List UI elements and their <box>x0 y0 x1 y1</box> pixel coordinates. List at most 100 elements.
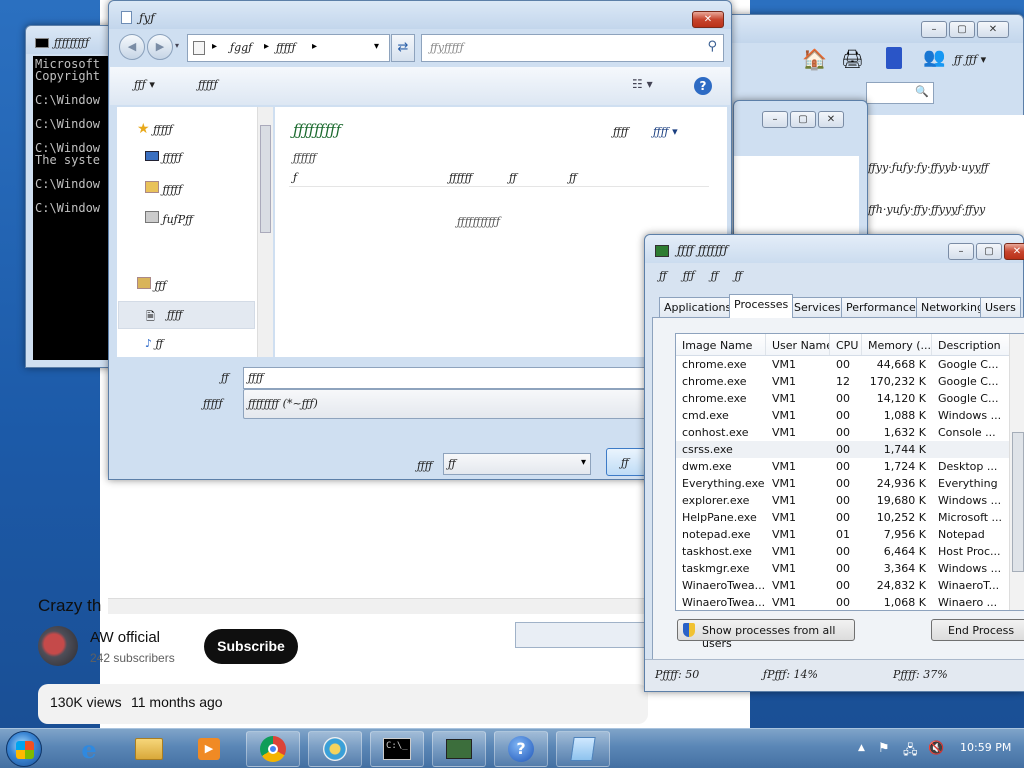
taskbar-cmd[interactable]: C:\_ <box>370 731 424 767</box>
show-hidden-icons[interactable]: ▲ <box>858 743 865 753</box>
bg-explorer-address[interactable]: 🔍 <box>866 82 934 104</box>
home-icon[interactable]: 🏠 <box>802 47 827 71</box>
forward-button[interactable]: ▶ <box>147 34 173 60</box>
music-item[interactable]: ♪ ƒƒ <box>145 337 163 350</box>
desktop-item[interactable]: ƒƒƒƒƒ <box>145 151 182 164</box>
action-center-icon[interactable]: ⚑ <box>878 741 890 756</box>
history-dropdown[interactable]: ▾ <box>175 41 179 50</box>
tm-menubar[interactable]: ƒƒ ƒƒƒ ƒƒ ƒƒ <box>659 269 742 282</box>
taskbar-help[interactable]: ? <box>494 731 548 767</box>
users-icon[interactable]: 👥 <box>923 47 945 68</box>
table-row[interactable]: taskhost.exe VM1 00 6,464 K Host Proc... <box>676 543 1024 560</box>
show-all-processes-button[interactable]: Show processes from all users <box>677 619 855 650</box>
breadcrumb-item-1[interactable]: ƒggƒ <box>230 41 252 54</box>
navigation-pane[interactable]: ★ ƒƒƒƒƒ ƒƒƒƒƒ ƒƒƒƒƒ ƒuƒPƒƒ ƒƒƒ 🗎 ƒƒƒƒ ♪ ƒ… <box>117 107 273 357</box>
close-button[interactable]: ✕ <box>1004 243 1024 260</box>
table-row[interactable]: WinaeroTwea... VM1 00 24,832 K WinaeroT... <box>676 577 1024 594</box>
tm-menu-item[interactable]: ƒƒƒ <box>683 269 695 282</box>
tab-performance[interactable]: Performance <box>841 297 921 317</box>
process-table-scrollbar[interactable] <box>1009 334 1024 610</box>
start-button[interactable] <box>6 731 42 767</box>
process-table[interactable]: Image Name User Name CPU Memory (... Descrip… <box>675 333 1024 611</box>
arrange-by-dropdown[interactable]: ƒƒƒƒ ▾ <box>653 125 678 138</box>
downloads-item[interactable]: ƒƒƒƒƒ <box>145 181 182 196</box>
libraries-item[interactable]: ƒƒƒ <box>137 277 166 292</box>
subscribe-button[interactable]: Subscribe <box>204 629 298 664</box>
breadcrumb-item-2[interactable]: ƒƒƒƒƒ <box>276 41 296 54</box>
book-icon[interactable] <box>886 47 902 69</box>
tm-menu-item[interactable]: ƒƒ <box>734 269 742 282</box>
nav-scrollbar[interactable] <box>257 107 273 357</box>
table-row[interactable]: chrome.exe VM1 00 44,668 K Google C... <box>676 356 1024 373</box>
tab-processes[interactable]: Processes <box>729 294 794 318</box>
minimize-button[interactable]: – <box>762 111 788 128</box>
channel-avatar[interactable] <box>38 626 78 666</box>
table-row[interactable]: chrome.exe VM1 12 170,232 K Google C... <box>676 373 1024 390</box>
table-row[interactable]: taskmgr.exe VM1 00 3,364 K Windows ... <box>676 560 1024 577</box>
table-row[interactable]: WinaeroTwea... VM1 00 1,068 K Winaero ... <box>676 594 1024 610</box>
table-row[interactable]: cmd.exe VM1 00 1,088 K Windows ... <box>676 407 1024 424</box>
new-folder-button[interactable]: ƒƒƒƒƒ <box>198 78 218 91</box>
save-as-dialog[interactable]: ƒyƒ ✕ ◀ ▶ ▾ ▸ ƒggƒ ▸ ƒƒƒƒƒ ▸ ▾ ⇄ ƒƒyƒƒƒƒ… <box>108 0 735 480</box>
recent-item[interactable]: ƒuƒPƒƒ <box>145 211 193 226</box>
tm-menu-item[interactable]: ƒƒ <box>711 269 719 282</box>
tab-applications[interactable]: Applications <box>659 297 737 317</box>
close-button[interactable]: ✕ <box>692 11 724 28</box>
table-row[interactable]: notepad.exe VM1 01 7,956 K Notepad <box>676 526 1024 543</box>
clock[interactable]: 10:59 PM <box>960 741 1011 754</box>
taskbar-media-player[interactable]: ▶ <box>182 731 236 767</box>
table-row[interactable]: csrss.exe 00 1,744 K <box>676 441 1024 458</box>
channel-name[interactable]: AW official <box>90 629 160 646</box>
table-row[interactable]: Everything.exe VM1 00 24,936 K Everything <box>676 475 1024 492</box>
page-scrollbar[interactable] <box>108 598 648 614</box>
tm-menu-item[interactable]: ƒƒ <box>659 269 667 282</box>
taskbar-task-manager[interactable] <box>432 731 486 767</box>
tab-networking[interactable]: Networking <box>916 297 989 317</box>
favorites-item[interactable]: ★ ƒƒƒƒƒ <box>137 121 173 137</box>
table-row[interactable]: dwm.exe VM1 00 1,724 K Desktop ... <box>676 458 1024 475</box>
volume-icon[interactable]: 🔇 <box>928 741 944 756</box>
save-titlebar[interactable]: ƒyƒ <box>109 1 731 29</box>
back-button[interactable]: ◀ <box>119 34 145 60</box>
column-header-4[interactable]: Description <box>932 334 1012 355</box>
column-header-3[interactable]: Memory (... <box>862 334 932 355</box>
close-button[interactable]: ✕ <box>977 21 1009 38</box>
nav-scrollbar-thumb[interactable] <box>260 125 271 233</box>
encoding-select[interactable]: ƒƒ ▾ <box>443 453 591 475</box>
address-bar[interactable]: ▸ ƒggƒ ▸ ƒƒƒƒƒ ▸ ▾ <box>187 34 390 62</box>
save-button[interactable]: ƒƒ <box>606 448 646 476</box>
table-row[interactable]: HelpPane.exe VM1 00 10,252 K Microsoft ... <box>676 509 1024 526</box>
col-type[interactable]: ƒƒ <box>509 171 517 184</box>
process-scrollbar-thumb[interactable] <box>1012 432 1024 572</box>
organize-button[interactable]: ƒƒƒ ▾ <box>134 78 155 91</box>
tab-services[interactable]: Services <box>789 297 846 317</box>
col-name[interactable]: ƒ <box>293 171 297 184</box>
network-icon[interactable]: 🖧 <box>903 741 918 763</box>
help-icon[interactable]: ? <box>694 77 712 95</box>
minimize-button[interactable]: – <box>948 243 974 260</box>
taskbar-chrome[interactable] <box>246 731 300 767</box>
tab-users[interactable]: Users <box>980 297 1021 317</box>
taskbar-notepad[interactable] <box>556 731 610 767</box>
maximize-button[interactable]: ▢ <box>976 243 1002 260</box>
end-process-button[interactable]: End Process <box>931 619 1024 641</box>
video-description-box[interactable] <box>38 684 648 724</box>
minimize-button[interactable]: – <box>921 21 947 38</box>
documents-item[interactable]: 🗎 ƒƒƒƒ <box>118 301 255 329</box>
address-dropdown-icon[interactable]: ▾ <box>374 41 379 52</box>
refresh-button[interactable]: ⇄ <box>391 34 415 62</box>
taskbar-ie[interactable]: e <box>62 731 116 767</box>
column-header-2[interactable]: CPU <box>830 334 862 355</box>
small-window[interactable]: – ▢ ✕ <box>733 100 868 240</box>
printer-icon[interactable]: 🖨 <box>841 49 864 70</box>
col-date[interactable]: ƒƒƒƒƒƒ <box>449 171 472 184</box>
close-button[interactable]: ✕ <box>818 111 844 128</box>
table-row[interactable]: chrome.exe VM1 00 14,120 K Google C... <box>676 390 1024 407</box>
search-icon[interactable]: ⚲ <box>707 39 717 54</box>
col-size[interactable]: ƒƒ <box>569 171 577 184</box>
table-row[interactable]: explorer.exe VM1 00 19,680 K Windows ... <box>676 492 1024 509</box>
column-header-0[interactable]: Image Name <box>676 334 766 355</box>
bg-explorer-menu[interactable]: ƒƒ ƒƒƒ ▾ <box>954 53 986 66</box>
taskbar-explorer[interactable] <box>122 731 176 767</box>
search-input[interactable]: ƒƒyƒƒƒƒƒ ⚲ <box>421 34 724 62</box>
